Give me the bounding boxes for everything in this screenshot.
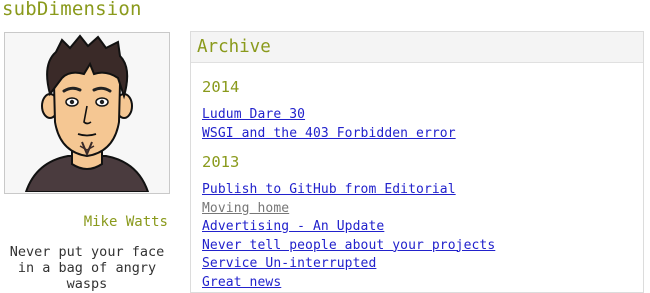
list-item: Never tell people about your projects [202, 234, 632, 253]
post-link[interactable]: Advertising - An Update [202, 219, 384, 234]
post-link[interactable]: Ludum Dare 30 [202, 107, 305, 122]
year-heading-2013: 2013 [202, 153, 240, 171]
post-link[interactable]: Service Un-interrupted [202, 256, 376, 271]
post-link[interactable]: Publish to GitHub from Editorial [202, 182, 456, 197]
author-bio: Never put your face in a bag of angry wa… [9, 244, 165, 292]
post-link-visited[interactable]: Moving home [202, 201, 289, 216]
sidebar: Mike Watts Never put your face in a bag … [4, 32, 170, 292]
year-heading-2014: 2014 [202, 78, 240, 96]
list-item: WSGI and the 403 Forbidden error [202, 122, 632, 141]
post-link[interactable]: Never tell people about your projects [202, 238, 495, 253]
avatar [4, 32, 170, 194]
archive-panel: Archive 2014 Ludum Dare 30 WSGI and the … [190, 31, 644, 293]
list-item: Great news [202, 271, 632, 290]
list-item: Advertising - An Update [202, 215, 632, 234]
list-item: Publish to GitHub from Editorial [202, 178, 632, 197]
post-link[interactable]: Great news [202, 275, 281, 290]
list-item: Moving home [202, 197, 632, 216]
list-item: Service Un-interrupted [202, 252, 632, 271]
archive-heading: Archive [191, 32, 643, 63]
list-item: Ludum Dare 30 [202, 103, 632, 122]
archive-body: 2014 Ludum Dare 30 WSGI and the 403 Forb… [191, 63, 643, 290]
author-name: Mike Watts [83, 214, 168, 230]
author-portrait-illustration [24, 34, 150, 192]
post-link[interactable]: WSGI and the 403 Forbidden error [202, 126, 456, 141]
site-title[interactable]: subDimension [2, 0, 142, 20]
post-list-2013: Publish to GitHub from Editorial Moving … [202, 178, 632, 290]
post-list-2014: Ludum Dare 30 WSGI and the 403 Forbidden… [202, 103, 632, 141]
